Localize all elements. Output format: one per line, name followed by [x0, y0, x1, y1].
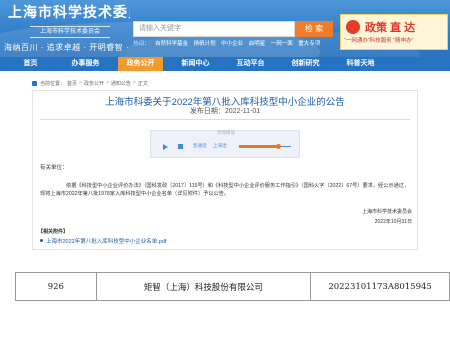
- hot-words-label: 热词：: [133, 41, 150, 47]
- voice-option-mandarin[interactable]: 普通话: [193, 143, 213, 149]
- company-list-table: 926 矩智（上海）科技股份有限公司 20223101173A8015945: [15, 272, 450, 301]
- breadcrumb-separator: >: [105, 80, 109, 86]
- policy-promo-banner[interactable]: 政策 直 达 “一网通办”科技服务 “随申办”: [340, 14, 448, 50]
- breadcrumb-item[interactable]: 政务公开: [84, 80, 104, 87]
- article-salutation: 有关单位：: [40, 165, 68, 171]
- search-placeholder: 请输入关键字: [139, 25, 181, 32]
- article-signer: 上海市科学技术委员会: [361, 209, 412, 215]
- play-icon[interactable]: [163, 144, 168, 150]
- search-input[interactable]: 请输入关键字: [133, 21, 295, 37]
- table-cell-index: 926: [15, 272, 97, 301]
- attachment-link-label[interactable]: 上海市2022年第八批入库科技型中小企业名单.pdf: [46, 237, 166, 245]
- site-logo-subtitle: 上海市科学技术委员会: [30, 26, 110, 38]
- hot-word-link[interactable]: 重大专项: [298, 41, 320, 47]
- bullet-icon: [40, 239, 43, 242]
- breadcrumb-prefix: 当前位置：: [40, 80, 66, 87]
- attachment-link[interactable]: 上海市2022年第八批入库科技型中小企业名单.pdf: [40, 236, 240, 245]
- site-logo[interactable]: 上海市科学技术委员会: [8, 2, 130, 22]
- voice-option-shanghainese[interactable]: 上海话: [213, 143, 233, 149]
- article-title: 上海市科委关于2022年第八批入库科技型中小企业的公告: [105, 97, 345, 108]
- stop-icon[interactable]: [178, 144, 183, 149]
- breadcrumb-separator: >: [132, 80, 136, 86]
- hot-word-link[interactable]: 中小企业: [221, 41, 243, 47]
- breadcrumb-separator: >: [79, 80, 82, 86]
- location-icon: [32, 80, 37, 86]
- nav-item-services[interactable]: 办事服务: [63, 57, 108, 71]
- main-nav: 首页 办事服务 政务公开 新闻中心 互动平台 创新研究 科普天地: [0, 57, 450, 71]
- hot-word-link[interactable]: 扬帆计划: [194, 41, 216, 47]
- nav-item-news[interactable]: 新闻中心: [173, 57, 218, 71]
- article-sign-date: 2022年10月31日: [374, 219, 412, 225]
- audio-player-label: 音频播放: [217, 130, 235, 135]
- site-slogan: 海纳百川 · 追求卓越 · 开明睿智 · 大气谦和: [4, 43, 128, 52]
- hot-word-link[interactable]: 启明星: [249, 41, 266, 47]
- divider: [40, 119, 410, 120]
- publish-date: 发布日期：2022-11-01: [189, 108, 261, 115]
- breadcrumb-item[interactable]: 首页: [67, 80, 77, 87]
- audio-progress-bar[interactable]: [239, 144, 291, 149]
- breadcrumb-item[interactable]: 通知公告: [111, 80, 131, 87]
- article-body: 依据《科技型中小企业评价办法》（国科发政〔2017〕115号）和《科技型中小企业…: [40, 183, 410, 197]
- promo-subtitle: “一网通办”科技服务 “随申办”: [344, 38, 414, 44]
- table-row: 926 矩智（上海）科技股份有限公司 20223101173A8015945: [15, 272, 450, 301]
- nav-item-innovation[interactable]: 创新研究: [283, 57, 328, 71]
- search-button[interactable]: 检 索: [295, 21, 333, 37]
- table-cell-code: 20223101173A8015945: [310, 272, 450, 301]
- audio-player: 音频播放 普通话 上海话: [150, 130, 300, 158]
- breadcrumb: 当前位置： 首页 > 政务公开 > 通知公告 > 正文: [32, 79, 292, 87]
- hot-word-link[interactable]: 自然科学基金: [155, 41, 188, 47]
- hot-words: 热词： 自然科学基金 扬帆计划 中小企业 启明星 一网一面 重大专项: [133, 39, 333, 49]
- breadcrumb-item-current: 正文: [137, 80, 148, 87]
- table-cell-company: 矩智（上海）科技股份有限公司: [95, 272, 312, 301]
- nav-item-home[interactable]: 首页: [8, 57, 53, 71]
- audio-progress-fill: [239, 145, 278, 148]
- header-banner: 上海市科学技术委员会 上海市科学技术委员会 海纳百川 · 追求卓越 · 开明睿智…: [0, 0, 450, 57]
- nav-item-science-popularization[interactable]: 科普天地: [338, 57, 383, 71]
- nav-item-government-affairs[interactable]: 政务公开: [118, 57, 163, 71]
- nav-item-interaction[interactable]: 互动平台: [228, 57, 273, 71]
- audio-progress-handle[interactable]: [276, 144, 281, 149]
- promo-badge-icon: [346, 20, 360, 34]
- promo-title: 政策 直 达: [365, 22, 416, 34]
- hot-word-link[interactable]: 一网一面: [271, 41, 293, 47]
